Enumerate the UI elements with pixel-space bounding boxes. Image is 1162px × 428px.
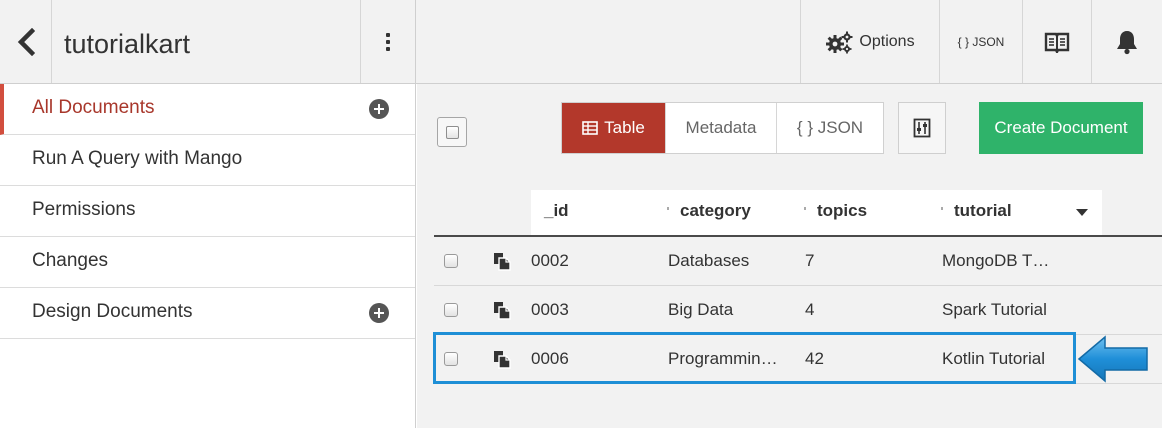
sidebar-item-mango-query[interactable]: Run A Query with Mango xyxy=(0,135,415,186)
copy-document-icon[interactable] xyxy=(493,252,511,271)
row-checkbox[interactable] xyxy=(444,303,458,317)
column-header-tutorial[interactable]: tutorial xyxy=(941,190,1012,235)
column-header-label: tutorial xyxy=(954,201,1012,220)
table-icon xyxy=(582,121,598,135)
column-header-topics[interactable]: topics xyxy=(804,190,868,235)
tab-metadata-label: Metadata xyxy=(685,118,757,137)
copy-document-icon[interactable] xyxy=(493,301,511,320)
gears-icon xyxy=(826,31,853,53)
options-button[interactable]: Options xyxy=(800,0,939,83)
row-checkbox[interactable] xyxy=(444,254,458,268)
column-header-label: topics xyxy=(817,201,868,220)
sidebar-item-label: Permissions xyxy=(32,199,136,220)
table-row[interactable]: 0003 Big Data 4 Spark Tutorial xyxy=(434,286,1162,335)
sidebar-item-label: Design Documents xyxy=(32,301,193,322)
database-title: tutorialkart xyxy=(64,29,191,59)
database-menu-button[interactable] xyxy=(360,0,416,83)
bell-icon xyxy=(1117,30,1137,54)
view-toggle: Table Metadata { } JSON xyxy=(561,102,884,154)
kebab-menu-icon xyxy=(386,32,390,51)
cell-id: 0003 xyxy=(531,300,569,319)
cell-topics: 7 xyxy=(805,251,815,270)
cell-category: Databases xyxy=(668,251,750,270)
column-settings-button[interactable] xyxy=(898,102,946,154)
api-json-button[interactable]: { } JSON xyxy=(939,0,1022,83)
column-header-label: category xyxy=(680,201,751,220)
tab-json-label: { } JSON xyxy=(796,118,864,137)
table-row[interactable]: 0002 Databases 7 MongoDB T… xyxy=(434,237,1162,286)
sidebar-item-label: Changes xyxy=(32,250,109,271)
checkbox-icon xyxy=(445,125,459,139)
create-document-button[interactable]: Create Document xyxy=(979,102,1143,154)
open-book-icon xyxy=(1044,32,1070,53)
sidebar-item-label: All Documents xyxy=(32,97,155,118)
cell-id: 0002 xyxy=(531,251,569,270)
add-new-icon[interactable] xyxy=(369,99,389,119)
add-design-doc-icon[interactable] xyxy=(369,303,389,323)
sidebar-item-label: Run A Query with Mango xyxy=(32,148,243,169)
sidebar-item-all-documents[interactable]: All Documents xyxy=(0,84,415,135)
notifications-button[interactable] xyxy=(1091,0,1162,83)
sidebar: All Documents Run A Query with Mango Per… xyxy=(0,84,416,428)
tab-table[interactable]: Table xyxy=(562,103,665,153)
cell-topics: 4 xyxy=(805,300,815,319)
api-json-label: { } JSON xyxy=(957,34,1005,49)
tab-metadata[interactable]: Metadata xyxy=(665,103,776,153)
sliders-icon xyxy=(913,118,931,138)
documentation-button[interactable] xyxy=(1022,0,1091,83)
cell-tutorial: Spark Tutorial xyxy=(942,300,1047,319)
column-divider xyxy=(667,207,669,210)
arrow-left-icon xyxy=(1077,335,1148,383)
tab-table-label: Table xyxy=(604,118,645,137)
column-header-category[interactable]: category xyxy=(667,190,751,235)
cell-tutorial: MongoDB T… xyxy=(942,251,1050,270)
row-highlight-box xyxy=(433,332,1076,384)
column-divider xyxy=(941,207,943,210)
top-header: tutorialkart Options { } JSON xyxy=(0,0,1162,84)
sidebar-item-permissions[interactable]: Permissions xyxy=(0,186,415,237)
column-header-label: _id xyxy=(544,201,569,220)
options-label: Options xyxy=(859,32,915,50)
column-header-id[interactable]: _id xyxy=(544,190,569,235)
table-header: _id category topics tutorial xyxy=(531,190,1102,235)
select-all-checkbox[interactable] xyxy=(437,117,467,147)
sidebar-item-changes[interactable]: Changes xyxy=(0,237,415,288)
back-button[interactable] xyxy=(0,0,52,83)
chevron-left-icon xyxy=(17,27,35,56)
cell-category: Big Data xyxy=(668,300,734,319)
column-divider xyxy=(804,207,806,210)
sidebar-item-design-documents[interactable]: Design Documents xyxy=(0,288,415,339)
caret-down-icon[interactable] xyxy=(1076,209,1088,216)
tab-json[interactable]: { } JSON xyxy=(776,103,883,153)
